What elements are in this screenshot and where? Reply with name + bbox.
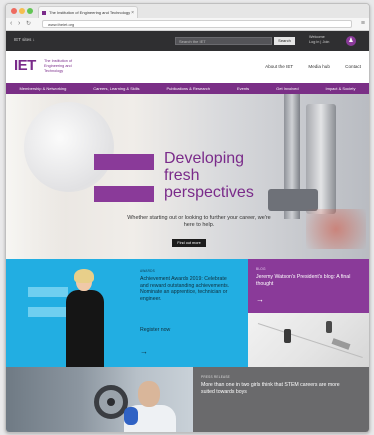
minimize-window-icon[interactable]	[19, 8, 25, 14]
accent-stripe	[28, 287, 68, 297]
hero-title-line: perspectives	[164, 184, 254, 201]
hero-subtitle: Whether starting out or looking to furth…	[127, 215, 271, 228]
blog-photo	[248, 313, 369, 367]
maximize-window-icon[interactable]	[27, 8, 33, 14]
hero-photo-glow	[306, 209, 366, 249]
photo-figure	[284, 329, 291, 343]
awards-label: AWARDS	[140, 269, 155, 273]
browser-titlebar: The Institution of Engineering and Techn…	[6, 4, 369, 19]
favicon-icon	[42, 11, 46, 15]
awards-photo-woman	[64, 269, 106, 367]
hero-title: Developing fresh perspectives	[164, 150, 304, 201]
hero-title-line: fresh	[164, 167, 200, 184]
media-hub-link[interactable]: Media hub	[308, 64, 329, 69]
forward-icon[interactable]: ›	[18, 19, 20, 29]
register-now-link[interactable]: Register now	[140, 327, 170, 333]
close-window-icon[interactable]	[11, 8, 17, 14]
scientist-head	[138, 381, 160, 407]
glove	[124, 407, 138, 425]
tab-close-icon[interactable]: ×	[131, 7, 134, 18]
browser-tab[interactable]: The Institution of Engineering and Techn…	[38, 6, 138, 18]
account-icon[interactable]: ♟	[346, 36, 356, 46]
hero-title-line: Developing	[164, 150, 245, 167]
logo-text: The Institution of Engineering and Techn…	[44, 59, 73, 73]
iet-sites-dropdown[interactable]: IET sites ↓	[14, 37, 35, 42]
utility-bar: IET sites ↓ Search the IET Search Welcom…	[6, 31, 369, 51]
about-link[interactable]: About the IET	[265, 64, 293, 69]
photo-figure	[326, 321, 332, 333]
accent-stripe	[28, 307, 68, 317]
woman-body	[66, 290, 104, 367]
hero-banner: Developing fresh perspectives Whether st…	[6, 94, 369, 259]
login-join-link[interactable]: Log in | Join	[309, 40, 329, 45]
main-nav: Membership & Networking Careers, Learnin…	[6, 83, 369, 94]
nav-item-events[interactable]: Events	[237, 86, 249, 91]
welcome-text[interactable]: Welcome Log in | Join	[309, 35, 329, 45]
gear-hub	[107, 398, 115, 406]
iet-logo[interactable]: IET	[14, 57, 36, 74]
tab-title: The Institution of Engineering and Techn…	[49, 10, 131, 15]
photo-wire	[257, 323, 363, 358]
arrow-right-icon[interactable]: →	[256, 296, 264, 304]
awards-title[interactable]: Achievement Awards 2019: Celebrate and r…	[140, 276, 232, 302]
contact-link[interactable]: Contact	[345, 64, 361, 69]
blog-label: BLOG	[256, 267, 266, 271]
blog-title[interactable]: Jeremy Watson's President's blog: A fina…	[256, 274, 362, 287]
site-header: IET The Institution of Engineering and T…	[6, 51, 369, 83]
back-icon[interactable]: ‹	[10, 19, 12, 29]
browser-toolbar: ‹ › ↻ www.theiet.org ≡	[6, 18, 369, 31]
nav-item-publications[interactable]: Publications & Research	[166, 86, 210, 91]
search-input[interactable]: Search the IET	[175, 37, 272, 45]
search-button[interactable]: Search	[274, 37, 295, 45]
hero-photo-scientist	[24, 102, 114, 192]
top-links: About the IET Media hub Contact	[251, 64, 361, 69]
press-title[interactable]: More than one in two girls think that ST…	[201, 382, 351, 395]
address-bar[interactable]: www.theiet.org	[42, 20, 352, 28]
reload-icon[interactable]: ↻	[26, 19, 31, 29]
awards-promo[interactable]: AWARDS Achievement Awards 2019: Celebrat…	[6, 259, 248, 367]
press-promo[interactable]: PRESS RELEASE More than one in two girls…	[193, 367, 369, 432]
press-photo	[6, 367, 193, 432]
blog-promo[interactable]: BLOG Jeremy Watson's President's blog: A…	[248, 259, 369, 313]
hero-accent-bar	[94, 154, 154, 170]
find-out-more-button[interactable]: Find out more	[172, 239, 206, 247]
nav-item-impact[interactable]: Impact & Society	[326, 86, 356, 91]
arrow-right-icon[interactable]: →	[140, 347, 148, 356]
hero-accent-bar	[94, 186, 154, 202]
nav-item-careers[interactable]: Careers, Learning & Skills	[93, 86, 139, 91]
nav-item-get-involved[interactable]: Get Involved	[276, 86, 298, 91]
nav-item-membership[interactable]: Membership & Networking	[19, 86, 66, 91]
press-label: PRESS RELEASE	[201, 375, 230, 379]
browser-window: The Institution of Engineering and Techn…	[5, 3, 370, 433]
woman-hair	[74, 269, 94, 283]
menu-icon[interactable]: ≡	[361, 19, 365, 29]
